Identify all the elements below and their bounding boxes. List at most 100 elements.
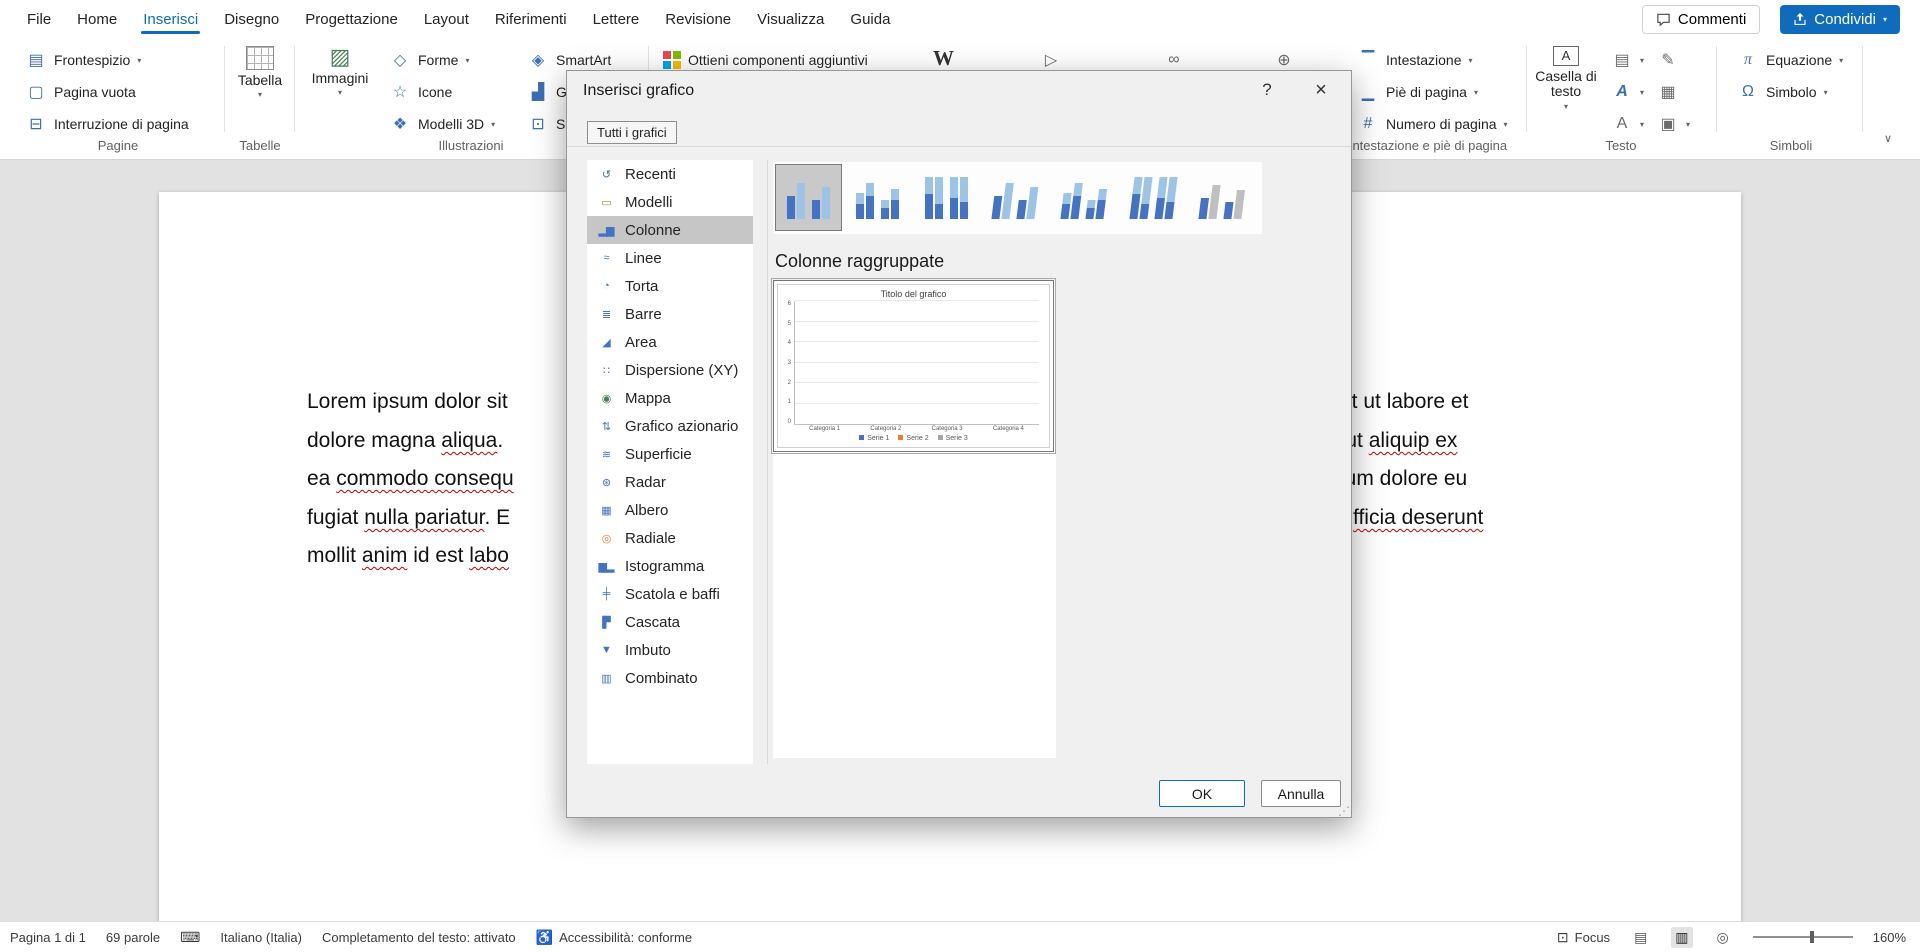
chevron-down-icon: ▾ xyxy=(1640,120,1644,129)
category-mappa[interactable]: ◉Mappa xyxy=(587,384,753,412)
category-albero[interactable]: ▦Albero xyxy=(587,496,753,524)
area-chart-icon: ◢ xyxy=(596,336,616,349)
chart-preview: Titolo del grafico0123456Categoria 1Cate… xyxy=(777,284,1050,448)
dialog-titlebar[interactable]: Inserisci grafico xyxy=(567,71,1351,111)
equation-button[interactable]: π Equazione ▾ xyxy=(1732,46,1848,74)
zoom-slider[interactable] xyxy=(1753,936,1853,938)
document-line[interactable]: mollit anim id est labo xyxy=(307,544,509,568)
cover-page-button[interactable]: ▤ Frontespizio ▾ xyxy=(20,46,146,74)
tab-all-charts[interactable]: Tutti i grafici xyxy=(587,121,677,144)
tab-guida[interactable]: Guida xyxy=(837,2,903,37)
dialog-close-button[interactable]: × xyxy=(1299,71,1343,109)
category-torta[interactable]: ◔Torta xyxy=(587,272,753,300)
page-indicator[interactable]: Pagina 1 di 1 xyxy=(10,930,86,945)
category-scatola-e-baffi[interactable]: ╪Scatola e baffi xyxy=(587,580,753,608)
subtype-colonne-in-pila-100-icon[interactable] xyxy=(913,164,980,231)
category-area[interactable]: ◢Area xyxy=(587,328,753,356)
legend-entry: Serie 1 xyxy=(859,435,889,442)
print-layout-icon[interactable]: ▥ xyxy=(1671,927,1692,948)
subtype-colonne-3d-icon[interactable] xyxy=(1189,164,1256,231)
signature-line-button[interactable]: ✎ xyxy=(1652,46,1684,74)
blank-page-button[interactable]: ▢ Pagina vuota xyxy=(20,78,141,106)
page-break-button[interactable]: ⊟ Interruzione di pagina xyxy=(20,110,194,138)
category-barre[interactable]: ≣Barre xyxy=(587,300,753,328)
footer-button[interactable]: ▁ Piè di pagina ▾ xyxy=(1352,78,1483,106)
focus-label: Focus xyxy=(1575,930,1610,945)
shapes-button[interactable]: ◇ Forme ▾ xyxy=(384,46,474,74)
wikipedia-button[interactable]: W xyxy=(928,44,959,72)
share-button[interactable]: Condividi ▾ xyxy=(1780,5,1900,34)
tab-progettazione[interactable]: Progettazione xyxy=(292,2,411,37)
word-count[interactable]: 69 parole xyxy=(106,930,160,945)
tab-disegno[interactable]: Disegno xyxy=(211,2,292,37)
pictures-button[interactable]: ▨ Immagini ▾ xyxy=(310,46,370,98)
subtype-colonne-raggruppate-icon[interactable] xyxy=(775,164,842,231)
cancel-button[interactable]: Annulla xyxy=(1261,780,1341,807)
category-combinato[interactable]: ▥Combinato xyxy=(587,664,753,692)
drop-cap-button[interactable]: A ▾ xyxy=(1606,110,1649,138)
keyboard-icon[interactable]: ⌨ xyxy=(180,929,200,946)
category-radar[interactable]: ⊛Radar xyxy=(587,468,753,496)
chevron-down-icon: ▾ xyxy=(1564,103,1568,112)
category-dispersione-xy[interactable]: ∷Dispersione (XY) xyxy=(587,356,753,384)
body-text: id est xyxy=(407,544,469,567)
subtype-colonne-in-pila-icon[interactable] xyxy=(844,164,911,231)
document-line[interactable]: nt ut labore et xyxy=(1340,390,1468,414)
page-number-button[interactable]: # Numero di pagina ▾ xyxy=(1352,110,1513,138)
object-button[interactable]: ▣ ▾ xyxy=(1652,110,1695,138)
ribbon-collapse-icon[interactable]: ∨ xyxy=(1884,132,1892,145)
text-box-button[interactable]: A Casella di testo ▾ xyxy=(1534,46,1598,112)
resize-grip-icon[interactable]: ⋰ xyxy=(1338,804,1350,818)
category-recenti[interactable]: ↺Recenti xyxy=(587,160,753,188)
comments-button[interactable]: Commenti xyxy=(1642,5,1760,34)
category-radiale[interactable]: ◎Radiale xyxy=(587,524,753,552)
language-indicator[interactable]: Italiano (Italia) xyxy=(220,930,302,945)
tab-layout[interactable]: Layout xyxy=(411,2,482,37)
category-superficie[interactable]: ≋Superficie xyxy=(587,440,753,468)
quick-parts-button[interactable]: ▤ ▾ xyxy=(1606,46,1649,74)
3d-models-button[interactable]: ❖ Modelli 3D ▾ xyxy=(384,110,500,138)
smartart-label: SmartArt xyxy=(556,52,611,68)
document-line[interactable]: ea commodo consequ xyxy=(307,467,514,491)
icons-button[interactable]: ☆ Icone xyxy=(384,78,457,106)
text-prediction-indicator[interactable]: Completamento del testo: attivato xyxy=(322,930,516,945)
category-colonne[interactable]: ▂▆Colonne xyxy=(587,216,753,244)
accessibility-indicator[interactable]: ♿ Accessibilità: conforme xyxy=(536,929,692,946)
subtype-colonne-in-pila-3d-icon[interactable] xyxy=(1051,164,1118,231)
tab-home[interactable]: Home xyxy=(64,2,130,37)
web-layout-icon[interactable]: ◎ xyxy=(1713,927,1733,948)
subtype-colonne-in-pila-100-3d-icon[interactable] xyxy=(1120,164,1187,231)
tab-visualizza[interactable]: Visualizza xyxy=(744,2,837,37)
tab-lettere[interactable]: Lettere xyxy=(580,2,653,37)
tab-inserisci[interactable]: Inserisci xyxy=(130,2,211,37)
subtype-colonne-raggruppate-3d-icon[interactable] xyxy=(982,164,1049,231)
table-button[interactable]: Tabella ▾ xyxy=(234,46,286,100)
header-button[interactable]: ▔ Intestazione ▾ xyxy=(1352,46,1478,74)
read-mode-icon[interactable]: ▤ xyxy=(1630,927,1651,948)
focus-toggle[interactable]: ⊡ Focus xyxy=(1557,929,1610,946)
quick-parts-icon: ▤ xyxy=(1611,49,1633,71)
symbol-button[interactable]: Ω Simbolo ▾ xyxy=(1732,78,1833,106)
date-time-button[interactable]: ▦ xyxy=(1652,78,1684,106)
document-line[interactable]: dolore magna aliqua. xyxy=(307,429,503,453)
tab-revisione[interactable]: Revisione xyxy=(652,2,744,37)
category-imbuto[interactable]: ▼Imbuto xyxy=(587,636,753,664)
category-cascata[interactable]: ▛Cascata xyxy=(587,608,753,636)
ok-button[interactable]: OK xyxy=(1159,780,1245,807)
category-istogramma[interactable]: ▆▂Istogramma xyxy=(587,552,753,580)
category-linee[interactable]: ≈Linee xyxy=(587,244,753,272)
document-line[interactable]: Lorem ipsum dolor sit xyxy=(307,390,508,414)
document-line[interactable]: fugiat nulla pariatur. E xyxy=(307,506,510,530)
tab-riferimenti[interactable]: Riferimenti xyxy=(482,2,580,37)
document-line[interactable]: lum dolore eu xyxy=(1340,467,1467,491)
chart-preview-tile[interactable]: Titolo del grafico0123456Categoria 1Cate… xyxy=(773,280,1054,452)
dialog-help-button[interactable]: ? xyxy=(1245,71,1289,109)
zoom-level[interactable]: 160% xyxy=(1873,930,1906,945)
document-line[interactable]: fficia deserunt xyxy=(1353,506,1483,530)
category-grafico-azionario[interactable]: ⇅Grafico azionario xyxy=(587,412,753,440)
zoom-slider-thumb[interactable] xyxy=(1810,931,1814,943)
category-modelli[interactable]: ▭Modelli xyxy=(587,188,753,216)
smartart-icon: ◈ xyxy=(527,49,549,71)
tab-file[interactable]: File xyxy=(14,2,64,37)
wordart-button[interactable]: A ▾ xyxy=(1606,78,1649,106)
